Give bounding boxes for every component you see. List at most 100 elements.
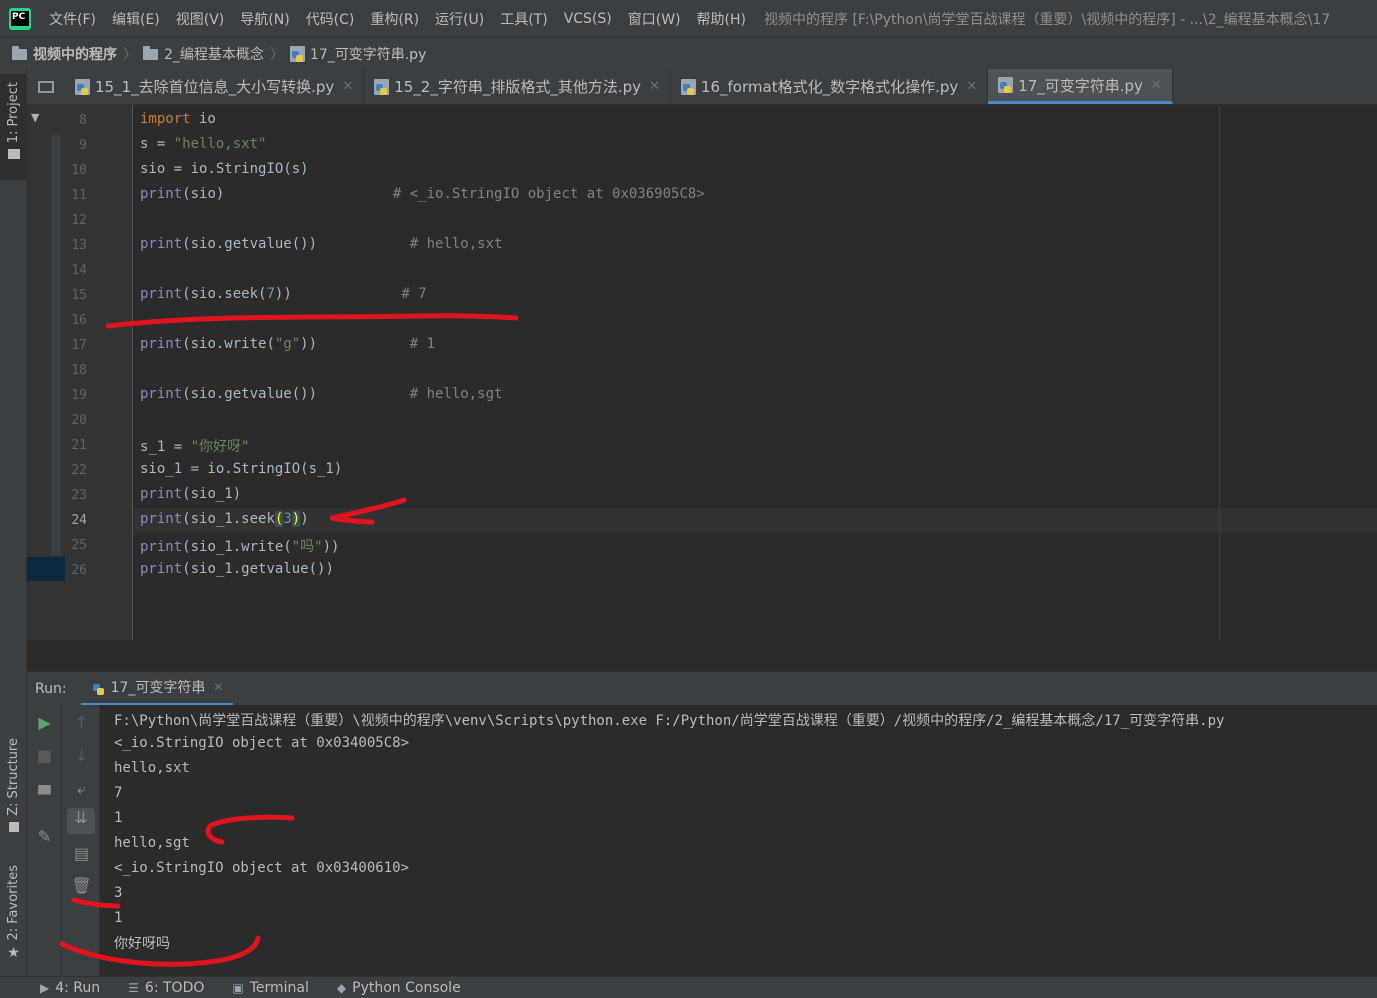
todo-tool-tab[interactable]: ☰ 6: TODO [128,980,204,996]
editor-tab[interactable]: 15_2_字符串_排版格式_其他方法.py ✕ [364,69,671,104]
bottom-tool-bar: ▶ 4: Run ☰ 6: TODO ▣ Terminal ◆ Python Conso… [0,976,1377,998]
trash-icon[interactable]: 🗑 [64,876,99,895]
editor-tab[interactable]: 15_1_去除首位信息_大小写转换.py ✕ [65,69,365,104]
python-icon: ◆ [336,980,347,995]
line-number: 17 [71,338,87,353]
console-line: <_io.StringIO object at 0x03400610> [114,860,410,876]
code-line: import io [140,111,216,127]
run-tool-label: 4: Run [55,979,101,996]
close-icon[interactable]: ✕ [213,680,223,694]
structure-tool-label: Z: Structure [6,738,21,816]
line-number: 14 [71,263,87,278]
python-file-icon [75,78,90,95]
line-number: 18 [71,363,87,378]
folder-icon [143,45,158,60]
line-number: 13 [71,238,87,253]
menu-bar: PC 文件(F) 编辑(E) 视图(V) 导航(N) 代码(C) 重构(R) 运… [0,0,1377,37]
run-config-tab[interactable]: 17_可变字符串 ✕ [80,672,234,706]
right-margin-guide [1219,105,1220,640]
selected-row-marker [27,557,65,581]
breadcrumb-project-label: 视频中的程序 [33,47,117,63]
menu-run[interactable]: 运行(U) [435,9,484,29]
run-toolbar: ▶ ■ ▀ ✎ [27,705,62,976]
chevron-right-icon: 〉 [123,47,137,63]
run-panel-header: Run: 17_可变字符串 ✕ [27,671,1377,706]
project-panel-collapsed: ▼ ▶ ▼ [27,105,65,640]
close-icon[interactable]: ✕ [966,79,977,94]
pycharm-logo-icon: PC [9,7,31,30]
left-tool-strip: 1: Project Z: Structure 2: Favorites ★ [0,70,27,976]
console-line: F:\Python\尚学堂百战课程（重要）\视频中的程序\venv\Script… [114,713,1225,729]
console-line: 1 [114,910,123,926]
expand-triangle-icon[interactable]: ▼ [31,111,39,124]
editor-tab[interactable]: 16_format格式化_数字格式化操作.py ✕ [671,69,989,104]
python-file-icon [374,78,390,95]
menu-vcs[interactable]: VCS(S) [564,11,612,27]
code-line: print(sio.getvalue()) # hello,sxt [140,236,503,252]
editor-tab-label: 16_format格式化_数字格式化操作.py [700,78,959,96]
breadcrumb-folder[interactable]: 2_编程基本概念 [143,44,264,64]
code-line: print(sio.seek(7)) # 7 [140,286,427,302]
menu-edit[interactable]: 编辑(E) [112,9,160,29]
breadcrumb-file[interactable]: 17_可变字符串.py [289,44,427,64]
close-icon[interactable]: ✕ [649,79,660,94]
line-number: 23 [71,488,87,503]
console-toolbar: ↑ ↓ ⤶ ⇊ ▤ 🗑 [62,705,100,976]
close-icon[interactable]: ✕ [342,79,353,94]
terminal-tool-tab[interactable]: ▣ Terminal [232,980,309,996]
line-number: 26 [71,563,87,578]
up-arrow-icon[interactable]: ↑ [64,713,99,732]
console-line: hello,sxt [114,760,190,776]
structure-tool-button[interactable]: Z: Structure [0,738,27,832]
breadcrumb-file-label: 17_可变字符串.py [309,47,427,63]
stop-icon[interactable]: ■ [27,746,62,765]
menu-tools[interactable]: 工具(T) [500,9,547,29]
project-tool-button[interactable]: 1: Project [0,74,27,180]
editor-tab-active[interactable]: 17_可变字符串.py ✕ [988,69,1173,104]
print-icon[interactable]: ▤ [64,844,99,863]
window-title: 视频中的程序 [F:\Python\尚学堂百战课程（重要）\视频中的程序] - … [764,11,1331,28]
run-config-tab-label: 17_可变字符串 [110,680,206,696]
code-line: sio = io.StringIO(s) [140,161,309,177]
python-file-icon [680,78,696,95]
terminal-tool-label: Terminal [249,979,309,996]
layout-icon[interactable]: ▀ [27,785,62,804]
console-line: 你好呀吗 [114,936,170,952]
line-number: 20 [71,413,87,428]
run-tool-tab[interactable]: ▶ 4: Run [40,980,100,996]
scroll-to-end-icon[interactable]: ⇊ [67,808,95,834]
down-arrow-icon[interactable]: ↓ [64,746,99,765]
code-line: print(sio.getvalue()) # hello,sgt [140,386,503,402]
line-number: 16 [71,313,87,328]
line-number: 19 [71,388,87,403]
code-line: s = "hello,sxt" [140,136,267,152]
structure-icon [8,821,19,832]
run-console[interactable]: F:\Python\尚学堂百战课程（重要）\视频中的程序\venv\Script… [100,705,1377,976]
line-number: 10 [71,163,87,178]
editor-tab-label: 17_可变字符串.py [1018,76,1143,95]
menu-code[interactable]: 代码(C) [306,9,355,29]
line-number-current: 24 [71,513,87,528]
pin-icon[interactable]: ✎ [27,827,62,846]
menu-navigate[interactable]: 导航(N) [240,9,289,29]
folder-icon [7,149,20,160]
editor-tab-label: 15_2_字符串_排版格式_其他方法.py [394,78,642,96]
python-console-tool-tab[interactable]: ◆ Python Console [337,980,461,996]
menu-refactor[interactable]: 重构(R) [370,9,419,29]
menu-window[interactable]: 窗口(W) [628,9,681,29]
menu-view[interactable]: 视图(V) [176,9,225,29]
rerun-icon[interactable]: ▶ [27,713,62,732]
star-icon: ★ [7,944,20,961]
line-number: 12 [71,213,87,228]
soft-wrap-icon[interactable]: ⤶ [64,779,99,799]
code-editor[interactable]: 8 9 10 11 12 13 14 15 16 17 18 19 20 21 … [65,105,1377,640]
favorites-tool-button[interactable]: 2: Favorites ★ [0,865,27,961]
menu-file[interactable]: 文件(F) [49,9,96,29]
menu-help[interactable]: 帮助(H) [697,9,746,29]
code-line: s_1 = "你好呀" [140,439,250,455]
close-icon[interactable]: ✕ [1151,78,1162,93]
project-view-toggle-icon[interactable] [27,69,65,104]
breadcrumb-project[interactable]: 视频中的程序 [12,44,117,64]
console-line: 7 [114,785,123,801]
code-line: print(sio.write("g")) # 1 [140,336,436,352]
